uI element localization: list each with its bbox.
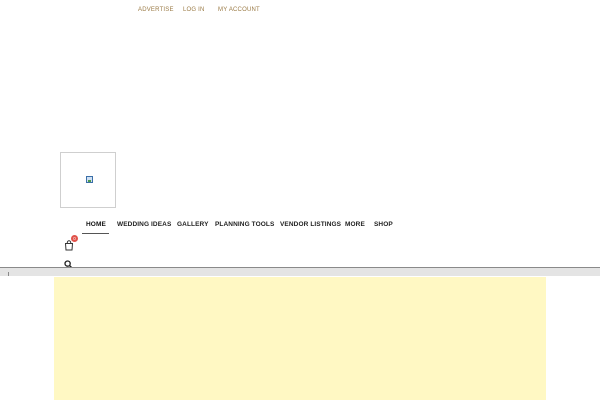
site-logo[interactable] xyxy=(60,152,116,208)
active-nav-underline xyxy=(82,233,109,234)
section-divider-bar xyxy=(0,267,600,276)
divider-tick xyxy=(8,272,9,276)
nav-item-gallery[interactable]: GALLERY xyxy=(177,221,209,228)
advertise-link[interactable]: ADVERTISE xyxy=(138,7,174,13)
content-panel xyxy=(54,277,546,400)
search-button[interactable] xyxy=(64,256,73,269)
nav-item-shop[interactable]: SHOP xyxy=(374,221,393,228)
nav-item-more[interactable]: MORE xyxy=(345,221,365,228)
nav-item-wedding-ideas[interactable]: WEDDING IDEAS xyxy=(117,221,171,228)
main-nav: HOME WEDDING IDEAS GALLERY PLANNING TOOL… xyxy=(0,221,600,237)
log-in-link[interactable]: LOG IN xyxy=(183,7,205,13)
nav-item-vendor-listings[interactable]: VENDOR LISTINGS xyxy=(280,221,341,228)
cart-button[interactable]: 0 xyxy=(64,235,78,251)
cart-count-badge: 0 xyxy=(71,235,78,242)
top-links-bar: ADVERTISE LOG IN MY ACCOUNT xyxy=(0,7,600,17)
broken-image-icon xyxy=(86,176,93,183)
my-account-link[interactable]: MY ACCOUNT xyxy=(218,7,260,13)
nav-item-home[interactable]: HOME xyxy=(86,221,106,228)
nav-item-planning-tools[interactable]: PLANNING TOOLS xyxy=(215,221,274,228)
page: ADVERTISE LOG IN MY ACCOUNT HOME WEDDING… xyxy=(0,0,600,400)
